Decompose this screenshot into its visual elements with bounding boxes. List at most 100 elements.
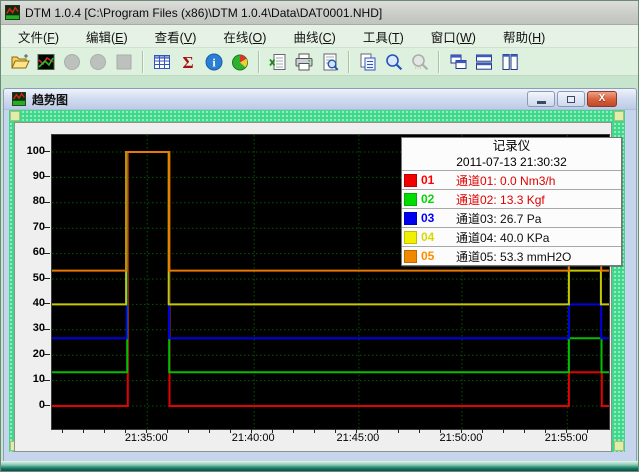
- y-axis-tick: [44, 303, 50, 304]
- toolbar-separator: [348, 51, 350, 73]
- channel-03-value: 通道03: 26.7 Pa: [456, 210, 541, 227]
- zoom-out-icon: [410, 52, 430, 72]
- legend-row-02: 02 通道02: 13.3 Kgf: [402, 189, 621, 208]
- channel-02-number: 02: [421, 192, 442, 206]
- menu-item-c[interactable]: 曲线(C): [286, 25, 342, 48]
- export-excel-button[interactable]: [265, 50, 290, 74]
- toolbar-separator: [258, 51, 260, 73]
- tile-vertical-icon: [500, 52, 520, 72]
- copy-button[interactable]: [355, 50, 380, 74]
- open-file-button[interactable]: [7, 50, 32, 74]
- y-axis-tick: [44, 354, 50, 355]
- app-titlebar[interactable]: DTM 1.0.4 [C:\Program Files (x86)\DTM 1.…: [1, 1, 638, 25]
- trend-graph-icon: [36, 52, 56, 72]
- legend-timestamp: 2011-07-13 21:30:32: [402, 154, 621, 170]
- x-axis-minor-tick: [251, 429, 252, 433]
- channel-05-swatch: [404, 250, 417, 263]
- y-axis-tick: [44, 278, 50, 279]
- x-axis-minor-tick: [209, 429, 210, 433]
- copy-icon: [358, 52, 378, 72]
- trend-window: 趋势图 X 100908070605040302010021:35:0021:4…: [3, 88, 637, 464]
- channel-02-value: 通道02: 13.3 Kgf: [456, 191, 545, 208]
- menu-item-t[interactable]: 工具(T): [356, 25, 411, 48]
- x-axis-label-21:50:00: 21:50:00: [429, 432, 493, 444]
- legend-row-04: 04通道04: 40.0 KPa: [402, 227, 621, 246]
- mdi-area: 趋势图 X 100908070605040302010021:35:0021:4…: [1, 76, 638, 462]
- restore-button[interactable]: [557, 91, 585, 107]
- close-button[interactable]: X: [587, 91, 617, 107]
- pie-chart-icon: [230, 52, 250, 72]
- legend-box: 记录仪 2011-07-13 21:30:32 01 通道01: 0.0 Nm3/…: [401, 137, 622, 266]
- print-icon: [294, 52, 314, 72]
- channel-01-swatch: [404, 174, 417, 187]
- y-axis-tick: [44, 380, 50, 381]
- legend-row-03: 03通道03: 26.7 Pa: [402, 208, 621, 227]
- minimize-button[interactable]: [527, 91, 555, 107]
- x-axis-minor-tick: [398, 429, 399, 433]
- x-axis-label-21:35:00: 21:35:00: [114, 432, 178, 444]
- cascade-windows-icon: [448, 52, 468, 72]
- y-axis-tick: [44, 202, 50, 203]
- channel-01-value: 通道01: 0.0 Nm3/h: [456, 172, 555, 189]
- x-axis-minor-tick: [461, 429, 462, 433]
- disabled-square-icon: [114, 52, 134, 72]
- menu-item-o[interactable]: 在线(O): [216, 25, 273, 48]
- channel-04-value: 通道04: 40.0 KPa: [456, 229, 549, 246]
- print-button[interactable]: [291, 50, 316, 74]
- print-preview-button[interactable]: [317, 50, 342, 74]
- minimize-icon: [537, 101, 546, 104]
- cascade-windows-button[interactable]: [445, 50, 470, 74]
- y-axis-label-80: 80: [15, 195, 45, 207]
- x-axis-label-21:40:00: 21:40:00: [221, 432, 285, 444]
- legend-title: 记录仪: [402, 138, 621, 154]
- x-axis-minor-tick: [230, 429, 231, 433]
- app-window: DTM 1.0.4 [C:\Program Files (x86)\DTM 1.…: [0, 0, 639, 472]
- trend-window-title: 趋势图: [32, 91, 68, 108]
- zoom-in-icon: [384, 52, 404, 72]
- tile-horizontal-button[interactable]: [471, 50, 496, 74]
- legend-row-01: 01 通道01: 0.0 Nm3/h: [402, 170, 621, 189]
- menu-item-h[interactable]: 帮助(H): [496, 25, 552, 48]
- info-button[interactable]: i: [201, 50, 226, 74]
- channel-03-swatch: [404, 212, 417, 225]
- app-title: DTM 1.0.4 [C:\Program Files (x86)\DTM 1.…: [25, 6, 382, 20]
- restore-icon: [567, 96, 575, 103]
- disabled-circle-icon: [62, 52, 82, 72]
- y-axis-label-100: 100: [15, 145, 45, 157]
- tile-vertical-button[interactable]: [497, 50, 522, 74]
- open-file-icon: [10, 52, 30, 72]
- menu-item-v[interactable]: 查看(V): [148, 25, 204, 48]
- x-axis-minor-tick: [566, 429, 567, 433]
- trend-window-titlebar[interactable]: 趋势图 X: [4, 89, 636, 110]
- y-axis-tick: [44, 329, 50, 330]
- sum-sigma-icon: Σ: [178, 52, 198, 72]
- x-axis-minor-tick: [440, 429, 441, 433]
- data-table-button[interactable]: [149, 50, 174, 74]
- sum-sigma-button[interactable]: Σ: [175, 50, 200, 74]
- channel-01-number: 01: [421, 173, 442, 187]
- chart-panel: 100908070605040302010021:35:0021:40:0021…: [14, 122, 612, 452]
- pie-chart-button[interactable]: [227, 50, 252, 74]
- frame-corner-top-left: [10, 111, 20, 121]
- toolbar-separator: [142, 51, 144, 73]
- app-bottom-border: [1, 461, 638, 471]
- x-axis-minor-tick: [167, 429, 168, 433]
- toolbar: Σi: [1, 48, 638, 76]
- x-axis-minor-tick: [272, 429, 273, 433]
- x-axis-minor-tick: [377, 429, 378, 433]
- x-axis-minor-tick: [482, 429, 483, 433]
- x-axis-minor-tick: [419, 429, 420, 433]
- zoom-in-button[interactable]: [381, 50, 406, 74]
- export-excel-icon: [268, 52, 288, 72]
- x-axis-minor-tick: [62, 429, 63, 433]
- x-axis-minor-tick: [356, 429, 357, 433]
- channel-04-swatch: [404, 231, 417, 244]
- trend-graph-button[interactable]: [33, 50, 58, 74]
- menu-item-w[interactable]: 窗口(W): [424, 25, 483, 48]
- menu-item-f[interactable]: 文件(F): [11, 25, 66, 48]
- channel-05-value: 通道05: 53.3 mmH2O: [456, 248, 571, 265]
- x-axis-minor-tick: [335, 429, 336, 433]
- tile-horizontal-icon: [474, 52, 494, 72]
- menu-item-e[interactable]: 编辑(E): [79, 25, 135, 48]
- app-icon: [5, 5, 20, 20]
